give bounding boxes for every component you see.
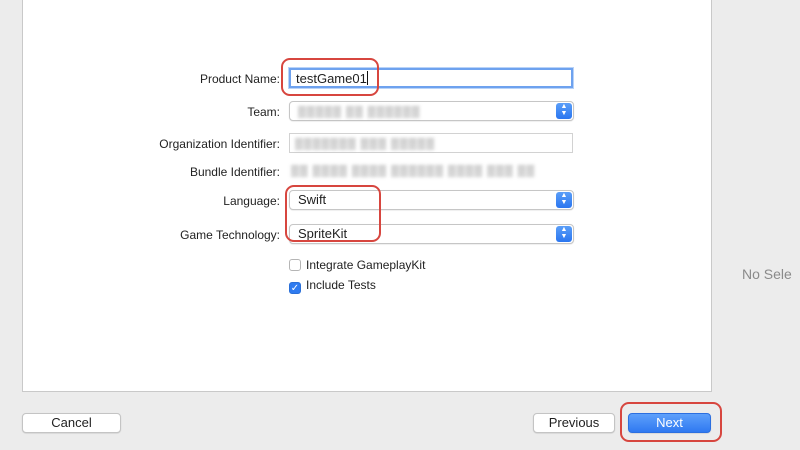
bundle-id-label: Bundle Identifier: — [189, 165, 280, 179]
gameplaykit-checkbox-row[interactable]: Integrate GameplayKit — [289, 258, 425, 272]
team-popup[interactable]: ▒▒▒▒▒ ▒▒ ▒▒▒▒▒▒ ▲ ▼ — [289, 101, 574, 121]
product-name-field[interactable]: testGame01 — [289, 68, 573, 88]
previous-button[interactable]: Previous — [533, 413, 615, 433]
up-down-chevron-icon: ▲ ▼ — [556, 103, 572, 119]
language-label: Language: — [223, 194, 280, 208]
team-value: ▒▒▒▒▒ ▒▒ ▒▒▒▒▒▒ — [298, 106, 421, 118]
no-selection-label: No Sele — [742, 266, 792, 282]
bundle-id-value: ▒▒ ▒▒▒▒ ▒▒▒▒ ▒▒▒▒▒▒ ▒▒▒▒ ▒▒▒ ▒▒ — [291, 165, 536, 177]
product-name-label: Product Name: — [199, 72, 280, 86]
up-down-chevron-icon: ▲ ▼ — [556, 192, 572, 208]
team-label: Team: — [247, 105, 280, 119]
include-tests-label: Include Tests — [306, 278, 376, 292]
game-tech-label: Game Technology: — [180, 228, 280, 242]
cancel-button[interactable]: Cancel — [22, 413, 121, 433]
gameplaykit-label: Integrate GameplayKit — [306, 258, 426, 272]
language-popup[interactable]: Swift ▲ ▼ — [289, 190, 574, 210]
checkmark-icon: ✓ — [290, 283, 300, 294]
language-value: Swift — [298, 192, 327, 207]
next-button[interactable]: Next — [628, 413, 711, 433]
include-tests-checkbox-row[interactable]: ✓ Include Tests — [289, 278, 376, 294]
text-caret — [366, 71, 368, 85]
game-tech-popup[interactable]: SpriteKit ▲ ▼ — [289, 224, 574, 244]
up-down-chevron-icon: ▲ ▼ — [556, 226, 572, 242]
product-name-value: testGame01 — [296, 71, 367, 86]
include-tests-checkbox[interactable]: ✓ — [289, 282, 301, 294]
org-id-label: Organization Identifier: — [159, 137, 280, 151]
gameplaykit-checkbox[interactable] — [289, 259, 301, 271]
org-id-field[interactable]: ▒▒▒▒▒▒▒ ▒▒▒ ▒▒▒▒▒ — [289, 133, 573, 153]
game-tech-value: SpriteKit — [298, 226, 348, 241]
org-id-value: ▒▒▒▒▒▒▒ ▒▒▒ ▒▒▒▒▒ — [295, 138, 436, 150]
